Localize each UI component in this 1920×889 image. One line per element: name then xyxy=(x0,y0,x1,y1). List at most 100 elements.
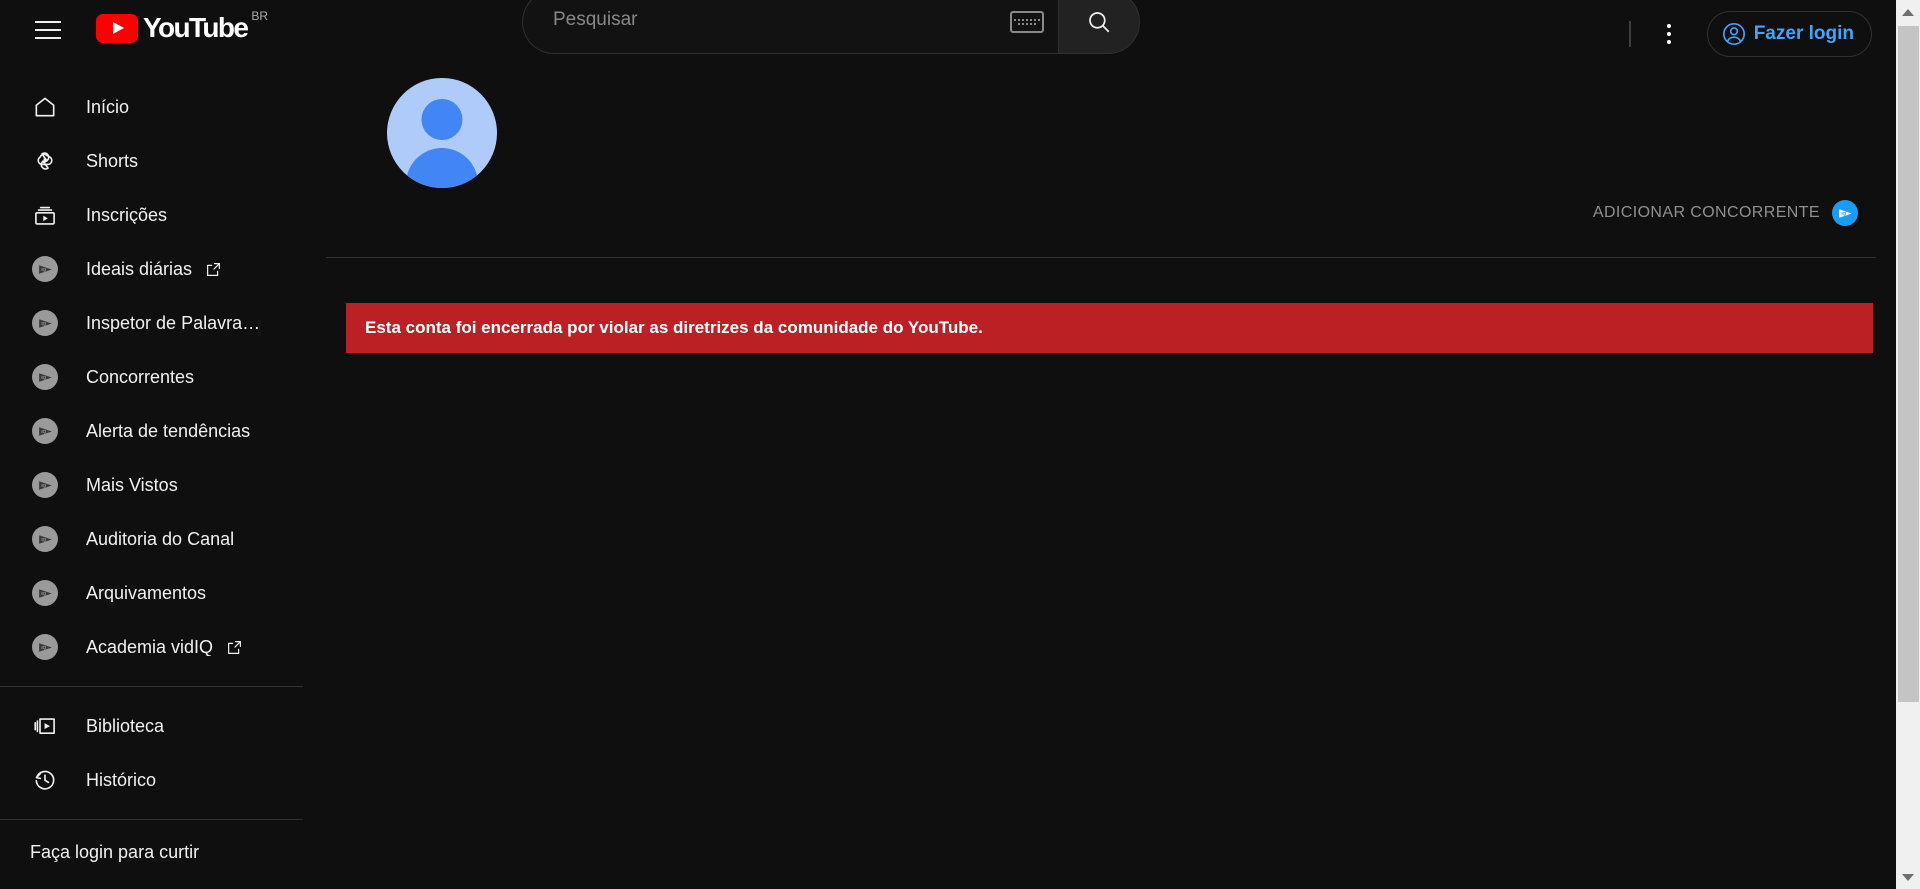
vidiq-icon: IQ xyxy=(30,364,60,390)
hamburger-bar xyxy=(35,37,61,39)
search-button[interactable] xyxy=(1058,0,1140,54)
subscriptions-icon xyxy=(30,202,60,228)
svg-text:IQ: IQ xyxy=(41,536,46,541)
shorts-icon xyxy=(30,148,60,174)
vidiq-glyph: IQ xyxy=(38,426,52,436)
vidiq-icon: IQ xyxy=(32,472,58,498)
open-in-new-glyph xyxy=(228,640,242,654)
youtube-logo[interactable]: YouTube BR xyxy=(96,8,268,48)
logo-country-code: BR xyxy=(251,9,269,23)
vidiq-glyph: IQ xyxy=(38,480,52,490)
avatar-body xyxy=(406,148,478,188)
sidebar-item-label: Alerta de tendências xyxy=(86,422,251,440)
vidiq-icon: IQ xyxy=(32,256,58,282)
hamburger-bar xyxy=(35,29,61,31)
vidiq-icon: IQ xyxy=(30,526,60,552)
vidiq-icon: IQ xyxy=(30,580,60,606)
svg-text:IQ: IQ xyxy=(41,482,46,487)
header-divider xyxy=(1628,21,1631,47)
channel-header: ADICIONAR CONCORRENTE IQ xyxy=(305,68,1896,258)
svg-text:IQ: IQ xyxy=(41,590,46,595)
sidebar-item-label: Auditoria do Canal xyxy=(86,530,235,548)
sidebar-item-label: Histórico xyxy=(86,771,157,789)
sidebar-item-inspetor-de-palavra[interactable]: IQ Inspetor de Palavra… xyxy=(0,296,305,350)
vidiq-icon: IQ xyxy=(30,418,60,444)
scroll-up-arrow-icon[interactable] xyxy=(1896,0,1920,24)
vidiq-icon: IQ xyxy=(32,364,58,390)
sidebar-item-label: Inspetor de Palavra… xyxy=(86,314,261,332)
youtube-play-icon xyxy=(96,13,138,43)
sidebar-item-inscrições[interactable]: Inscrições xyxy=(0,188,305,242)
scroll-down-arrow-icon[interactable] xyxy=(1896,865,1920,889)
sidebar-item-alerta-de-tendências[interactable]: IQ Alerta de tendências xyxy=(0,404,305,458)
history-icon xyxy=(35,770,55,790)
sidebar-item-label: Mais Vistos xyxy=(86,476,178,494)
sidebar-item-label: Biblioteca xyxy=(86,717,165,735)
vidiq-glyph: IQ xyxy=(38,534,52,544)
header-actions: Fazer login xyxy=(1628,0,1872,68)
svg-text:IQ: IQ xyxy=(41,374,46,379)
history-icon xyxy=(30,767,60,793)
vidiq-icon: IQ xyxy=(30,256,60,282)
subscriptions-icon xyxy=(35,206,55,225)
sidebar-item-shorts[interactable]: Shorts xyxy=(0,134,305,188)
sidebar-item-label: Shorts xyxy=(86,152,139,170)
open-in-new-glyph xyxy=(207,262,221,276)
account-circle-icon xyxy=(1722,23,1745,45)
library-icon xyxy=(34,718,55,734)
sidebar-item-ideais-diárias[interactable]: IQ Ideais diárias xyxy=(0,242,305,296)
account-terminated-banner: Esta conta foi encerrada por violar as d… xyxy=(346,303,1873,353)
search-bar xyxy=(522,0,1140,54)
sidebar-item-label: Arquivamentos xyxy=(86,584,207,602)
avatar-head xyxy=(421,99,463,140)
search-box[interactable] xyxy=(522,0,1058,54)
search-icon xyxy=(1089,12,1110,33)
sidebar-item-label: Academia vidIQ xyxy=(86,638,214,656)
more-vertical-icon[interactable] xyxy=(1649,14,1689,54)
shorts-icon xyxy=(37,152,53,170)
svg-text:IQ: IQ xyxy=(41,320,46,325)
sidebar-item-mais-vistos[interactable]: IQ Mais Vistos xyxy=(0,458,305,512)
youtube-channel-page: YouTube BR Pesquisar Fazer login Início … xyxy=(0,0,1920,889)
svg-text:IQ: IQ xyxy=(41,428,46,433)
sidebar-item-concorrentes[interactable]: IQ Concorrentes xyxy=(0,350,305,404)
vidiq-icon: IQ xyxy=(30,310,60,336)
sidebar-item-biblioteca[interactable]: Biblioteca xyxy=(0,699,305,753)
vidiq-glyph: IQ xyxy=(38,318,52,328)
keyboard-icon[interactable] xyxy=(1010,11,1044,33)
vidiq-icon: IQ xyxy=(1832,200,1858,226)
vidiq-icon: IQ xyxy=(32,526,58,552)
search-input[interactable] xyxy=(553,9,1010,35)
vidiq-icon: IQ xyxy=(32,418,58,444)
youtube-wordmark: YouTube xyxy=(143,12,249,43)
home-icon xyxy=(35,97,55,117)
svg-text:IQ: IQ xyxy=(41,644,46,649)
default-avatar-icon[interactable] xyxy=(387,78,497,188)
sidebar[interactable]: Início Shorts Inscrições IQ Ideais diárias IQ… xyxy=(0,68,305,889)
sidebar-item-histórico[interactable]: Histórico xyxy=(0,753,305,807)
add-competitor-label: ADICIONAR CONCORRENTE xyxy=(1592,204,1820,221)
vidiq-icon: IQ xyxy=(32,310,58,336)
sidebar-item-label: Concorrentes xyxy=(86,368,195,386)
play-triangle xyxy=(113,22,124,34)
vidiq-glyph: IQ xyxy=(38,588,52,598)
hamburger-menu-icon[interactable] xyxy=(28,10,68,50)
sidebar-item-label: Início xyxy=(86,98,130,116)
header-rule xyxy=(326,257,1876,258)
library-icon xyxy=(30,713,60,739)
scrollbar-thumb[interactable] xyxy=(1898,26,1919,702)
page-scrollbar[interactable] xyxy=(1896,0,1920,889)
svg-text:IQ: IQ xyxy=(41,266,46,271)
sidebar-section-title: Faça login para curtir xyxy=(30,842,200,862)
add-competitor-button[interactable]: ADICIONAR CONCORRENTE IQ xyxy=(1593,200,1858,226)
sidebar-item-academia-vidiq[interactable]: IQ Academia vidIQ xyxy=(0,620,305,674)
sidebar-item-arquivamentos[interactable]: IQ Arquivamentos xyxy=(0,566,305,620)
sidebar-item-label: Inscrições xyxy=(86,206,168,224)
vidiq-icon: IQ xyxy=(32,634,58,660)
sidebar-item-início[interactable]: Início xyxy=(0,80,305,134)
sidebar-item-auditoria-do-canal[interactable]: IQ Auditoria do Canal xyxy=(0,512,305,566)
sidebar-item-label: Ideais diárias xyxy=(86,260,193,278)
open-in-new-icon xyxy=(204,260,223,279)
sign-in-button[interactable]: Fazer login xyxy=(1706,11,1872,57)
masthead: YouTube BR Pesquisar Fazer login xyxy=(0,0,1896,68)
